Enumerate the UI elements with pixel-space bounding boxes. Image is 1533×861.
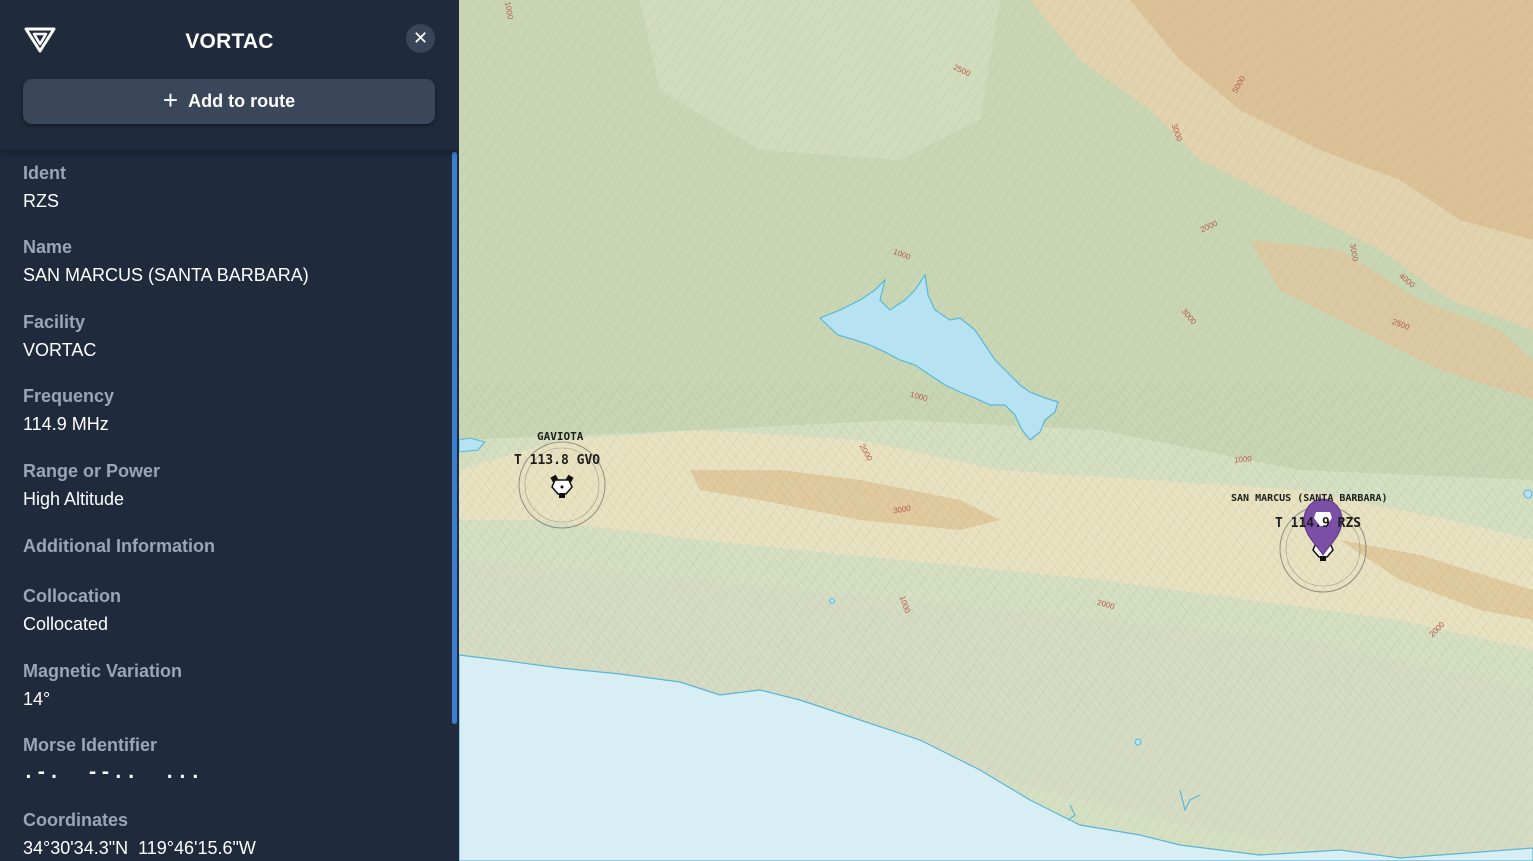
field-label: Additional Information [23, 536, 215, 556]
close-button[interactable]: ✕ [406, 24, 435, 53]
field-morse-identifier: Morse Identifier .-. --.. ... [23, 733, 443, 786]
close-icon: ✕ [412, 28, 429, 48]
field-collocation: Collocation Collocated [23, 584, 443, 637]
field-value: 34°30'34.3"N 119°46'15.6"W [23, 838, 256, 858]
details-list[interactable]: Ident RZS Name SAN MARCUS (SANTA BARBARA… [0, 150, 459, 861]
navaid-name-label: GAVIOTA [537, 430, 584, 443]
navaid-frequency-label: T 113.8 GVO [514, 453, 601, 468]
field-label: Ident [23, 163, 66, 183]
panel-title: VORTAC [185, 30, 274, 53]
add-to-route-label: Add to route [188, 91, 296, 111]
field-value: High Altitude [23, 489, 125, 509]
field-coordinates: Coordinates 34°30'34.3"N 119°46'15.6"W [23, 808, 443, 861]
field-label: Magnetic Variation [23, 661, 183, 681]
field-value: RZS [23, 191, 59, 211]
field-value: 114.9 MHz [23, 414, 109, 434]
field-range-or-power: Range or Power High Altitude [23, 459, 443, 512]
navaid-name-label: SAN MARCUS (SANTA BARBARA) [1231, 493, 1388, 504]
field-additional-information: Additional Information [23, 534, 443, 558]
navaid-frequency-label: T 114.9 RZS [1275, 516, 1362, 531]
navaid-details-panel: VORTAC ✕ + Add to route Ident RZS Name S… [0, 0, 459, 861]
field-label: Coordinates [23, 810, 129, 830]
add-to-route-button[interactable]: + Add to route [23, 79, 435, 124]
field-value: SAN MARCUS (SANTA BARBARA) [23, 265, 309, 285]
field-ident: Ident RZS [23, 161, 443, 214]
plus-icon: + [162, 84, 179, 115]
panel-header: VORTAC ✕ + Add to route [0, 0, 459, 150]
field-magnetic-variation: Magnetic Variation 14° [23, 659, 443, 712]
panel-scrollbar[interactable] [452, 152, 457, 724]
contour-label: 1000 [1233, 454, 1253, 465]
field-facility: Facility VORTAC [23, 310, 443, 363]
field-value: VORTAC [23, 340, 97, 360]
field-value: .-. --.. ... [23, 762, 203, 783]
field-label: Name [23, 237, 73, 257]
field-value: Collocated [23, 614, 109, 634]
field-value: 14° [23, 689, 51, 709]
field-name: Name SAN MARCUS (SANTA BARBARA) [23, 235, 443, 288]
field-label: Frequency [23, 386, 115, 406]
field-label: Collocation [23, 586, 121, 606]
field-label: Facility [23, 312, 86, 332]
field-label: Range or Power [23, 461, 161, 481]
field-frequency: Frequency 114.9 MHz [23, 384, 443, 437]
field-label: Morse Identifier [23, 735, 158, 755]
